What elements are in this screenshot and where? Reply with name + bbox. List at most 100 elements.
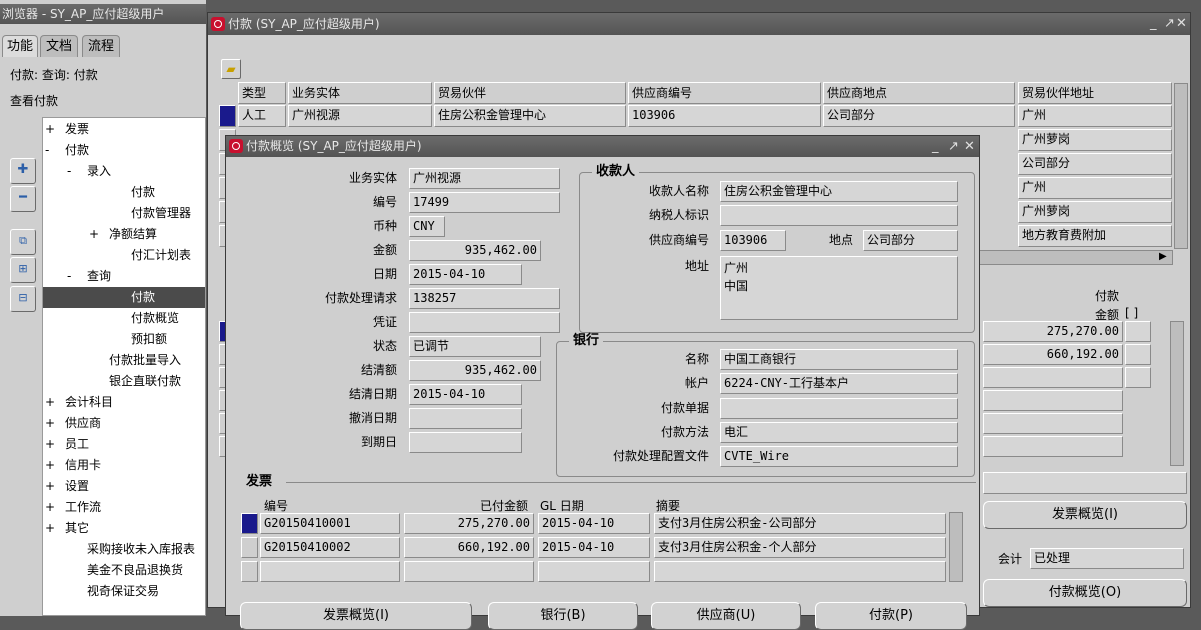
overview-button-0[interactable]: 发票概览(I) — [240, 602, 472, 630]
payment-amount-flag[interactable] — [1125, 344, 1151, 365]
supplier-number-field[interactable]: 103906 — [720, 230, 786, 251]
payments-cell[interactable]: 人工 — [238, 105, 286, 127]
invoice-paid-cell[interactable]: 660,192.00 — [404, 537, 534, 558]
payments-cell[interactable]: 公司部分 — [823, 105, 1015, 127]
scroll-right-icon[interactable]: ▶ — [1159, 251, 1167, 262]
request-field[interactable]: 138257 — [409, 288, 560, 309]
tree-node-toggle[interactable]: + — [45, 392, 55, 412]
tree-node[interactable]: 付款管理器 — [43, 203, 205, 224]
tree-node-toggle[interactable]: + — [45, 518, 55, 538]
status-field[interactable]: 已调节 — [409, 336, 541, 357]
invoice-desc-cell[interactable]: 支付3月住房公积金-个人部分 — [654, 537, 946, 558]
tree-node[interactable]: + 净额结算 — [43, 224, 205, 245]
invoice-row-selector[interactable] — [241, 561, 258, 582]
payment-amount-cell[interactable] — [983, 390, 1123, 411]
vertical-scrollbar[interactable] — [1174, 83, 1188, 249]
tree-node[interactable]: 付款 — [43, 287, 205, 308]
address-field[interactable]: 广州 中国 — [720, 256, 958, 320]
payee-name-field[interactable]: 住房公积金管理中心 — [720, 181, 958, 202]
invoice-row-selector[interactable] — [241, 513, 258, 534]
tree-node[interactable]: + 工作流 — [43, 497, 205, 518]
expand-all-icon[interactable]: ⊞ — [10, 257, 36, 283]
payment-document-field[interactable] — [720, 398, 958, 419]
payments-address-cell[interactable]: 广州 — [1018, 105, 1172, 127]
tree-node[interactable]: + 供应商 — [43, 413, 205, 434]
payments-address-cell[interactable]: 地方教育费附加 — [1018, 225, 1172, 247]
maximize-icon[interactable]: ↗ — [1164, 13, 1175, 35]
minimize-icon[interactable]: _ — [1150, 13, 1157, 35]
tree-node-toggle[interactable]: + — [45, 497, 55, 517]
payment-profile-field[interactable]: CVTE_Wire — [720, 446, 958, 467]
tree-node-toggle[interactable]: + — [45, 413, 55, 433]
nav-tab-0[interactable]: 功能 — [2, 35, 38, 57]
tree-node[interactable]: 预扣额 — [43, 329, 205, 350]
amount-scrollbar[interactable] — [1170, 321, 1184, 466]
payments-cell[interactable]: 广州视源 — [288, 105, 432, 127]
payments-address-cell[interactable]: 广州 — [1018, 177, 1172, 199]
amount-field[interactable]: 935,462.00 — [409, 240, 541, 261]
open-folder-icon[interactable]: ▰ — [221, 59, 241, 79]
overview-button-3[interactable]: 付款(P) — [815, 602, 967, 630]
tree-node-toggle[interactable]: + — [45, 434, 55, 454]
payments-col-header[interactable]: 业务实体 — [288, 82, 432, 104]
tree-node[interactable]: 付款概览 — [43, 308, 205, 329]
accounting-field[interactable]: 已处理 — [1030, 548, 1184, 569]
close-icon[interactable]: ✕ — [1176, 13, 1187, 35]
invoice-gl-date-cell[interactable]: 2015-04-10 — [538, 537, 650, 558]
tree-node[interactable]: 视奇保证交易 — [43, 581, 205, 602]
payment-amount-cell[interactable]: 660,192.00 — [983, 344, 1123, 365]
payments-col-header[interactable]: 类型 — [238, 82, 286, 104]
expand-plus-icon[interactable]: ✚ — [10, 158, 36, 184]
nav-tab-1[interactable]: 文档 — [40, 35, 78, 57]
operating-unit-field[interactable]: 广州视源 — [409, 168, 560, 189]
payments-wide-field[interactable] — [983, 472, 1187, 494]
invoice-number-cell[interactable]: G20150410001 — [260, 513, 400, 534]
tree-node[interactable]: + 设置 — [43, 476, 205, 497]
tree-node-toggle[interactable]: - — [67, 266, 71, 286]
payment-amount-flag[interactable] — [1125, 321, 1151, 342]
bank-name-field[interactable]: 中国工商银行 — [720, 349, 958, 370]
tree-node[interactable]: + 发票 — [43, 119, 205, 140]
close-icon[interactable]: ✕ — [964, 136, 975, 157]
payment-amount-flag[interactable] — [1125, 367, 1151, 388]
tree-node[interactable]: + 员工 — [43, 434, 205, 455]
payments-col-header[interactable]: 贸易伙伴 — [434, 82, 626, 104]
tree-node-toggle[interactable]: + — [89, 224, 99, 244]
tree-node[interactable]: + 信用卡 — [43, 455, 205, 476]
invoice-gl-date-cell[interactable] — [538, 561, 650, 582]
payments-col-header[interactable]: 贸易伙伴地址 — [1018, 82, 1172, 104]
voucher-field[interactable] — [409, 312, 560, 333]
invoice-number-cell[interactable]: G20150410002 — [260, 537, 400, 558]
payment-amount-cell[interactable] — [983, 367, 1123, 388]
payments-address-cell[interactable]: 公司部分 — [1018, 153, 1172, 175]
invoice-gl-date-cell[interactable]: 2015-04-10 — [538, 513, 650, 534]
taxpayer-field[interactable] — [720, 205, 958, 226]
maximize-icon[interactable]: ↗ — [948, 136, 959, 157]
invoice-paid-cell[interactable]: 275,270.00 — [404, 513, 534, 534]
invoice-paid-cell[interactable] — [404, 561, 534, 582]
tree-node[interactable]: - 录入 — [43, 161, 205, 182]
payment-amount-cell[interactable] — [983, 413, 1123, 434]
collapse-all-icon[interactable]: ⊟ — [10, 286, 36, 312]
date-field[interactable]: 2015-04-10 — [409, 264, 522, 285]
payments-col-header[interactable]: 供应商编号 — [628, 82, 821, 104]
tree-node[interactable]: + 其它 — [43, 518, 205, 539]
tree-node-toggle[interactable]: - — [67, 161, 71, 181]
invoice-desc-cell[interactable]: 支付3月住房公积金-公司部分 — [654, 513, 946, 534]
payments-row-selector[interactable] — [219, 105, 236, 127]
expand-branch-icon[interactable]: ⧉ — [10, 229, 36, 255]
cleared-date-field[interactable]: 2015-04-10 — [409, 384, 522, 405]
tree-node-toggle[interactable]: + — [45, 455, 55, 475]
cleared-amount-field[interactable]: 935,462.00 — [409, 360, 541, 381]
invoice-scrollbar[interactable] — [949, 512, 963, 582]
collapse-minus-icon[interactable]: ━ — [10, 186, 36, 212]
tree-node[interactable]: 美金不良品退换货 — [43, 560, 205, 581]
tree-node-toggle[interactable]: + — [45, 119, 55, 139]
tree-node-toggle[interactable]: + — [45, 476, 55, 496]
overview-button-1[interactable]: 银行(B) — [488, 602, 638, 630]
tree-node[interactable]: + 会计科目 — [43, 392, 205, 413]
overview-button-2[interactable]: 供应商(U) — [651, 602, 801, 630]
payments-address-cell[interactable]: 广州萝岗 — [1018, 129, 1172, 151]
tree-node[interactable]: - 付款 — [43, 140, 205, 161]
payments-col-header[interactable]: 供应商地点 — [823, 82, 1015, 104]
